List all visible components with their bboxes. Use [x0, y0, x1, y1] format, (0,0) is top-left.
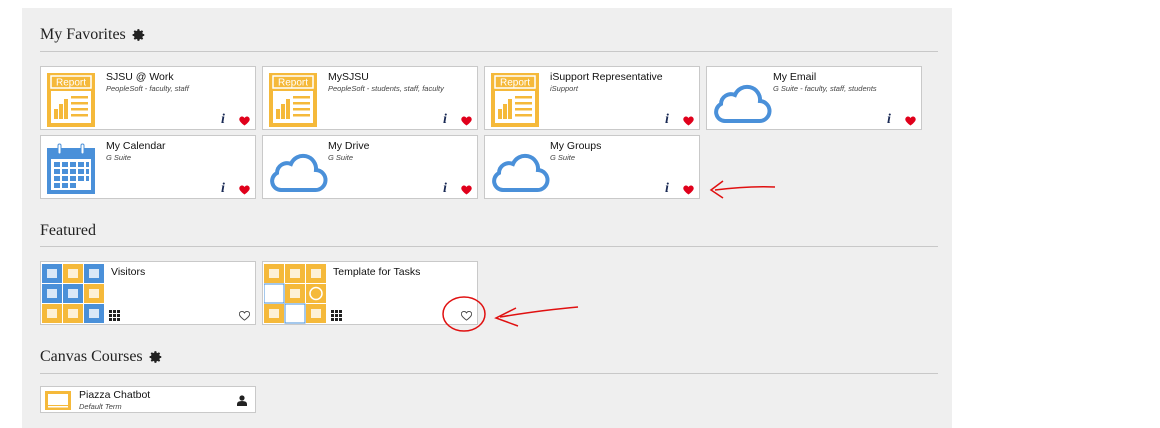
featured-divider — [40, 246, 938, 247]
person-icon[interactable] — [237, 395, 247, 406]
favorites-divider — [40, 51, 938, 52]
annotation-circle — [442, 296, 579, 332]
heart-filled-icon[interactable] — [461, 185, 472, 195]
info-icon[interactable]: i — [443, 112, 447, 128]
canvas-title: Canvas Courses — [40, 348, 143, 365]
report-icon: Report — [47, 73, 95, 127]
favorite-tile-my-drive[interactable]: My Drive G Suite i — [262, 135, 478, 199]
tile-title: MySJSU — [328, 71, 369, 83]
info-icon[interactable]: i — [221, 112, 225, 128]
grid-icon[interactable] — [109, 310, 120, 321]
grid-icon[interactable] — [331, 310, 342, 321]
favorite-tile-my-groups[interactable]: My Groups G Suite i — [484, 135, 700, 199]
annotation-arrow — [709, 180, 776, 199]
tile-subtitle: PeopleSoft - faculty, staff — [106, 84, 189, 93]
info-icon[interactable]: i — [665, 181, 669, 197]
collection-mosaic-icon — [42, 264, 104, 323]
course-title: Piazza Chatbot — [79, 389, 151, 401]
heart-filled-icon[interactable] — [239, 185, 250, 195]
gear-icon[interactable] — [132, 28, 146, 42]
course-tile-piazza-chatbot[interactable]: Piazza Chatbot Default Term — [40, 386, 256, 413]
cloud-icon — [270, 153, 328, 192]
report-icon: Report — [491, 73, 539, 127]
info-icon[interactable]: i — [887, 112, 891, 128]
svg-text:Report: Report — [56, 78, 86, 89]
tile-title: My Calendar — [106, 140, 166, 152]
report-icon: Report — [269, 73, 317, 127]
favorite-tile-mysjsu[interactable]: Report MySJSU PeopleSoft - students, sta… — [262, 66, 478, 130]
tile-subtitle: G Suite — [328, 153, 354, 162]
favorite-tile-sjsu-at-work[interactable]: Report SJSU @ Work PeopleSoft - faculty,… — [40, 66, 256, 130]
cloud-icon — [492, 153, 550, 192]
featured-tile-visitors[interactable]: Visitors — [40, 261, 256, 325]
info-icon[interactable]: i — [665, 112, 669, 128]
tile-title: My Drive — [328, 140, 370, 152]
svg-text:Report: Report — [500, 78, 530, 89]
tile-subtitle: iSupport — [550, 84, 578, 93]
featured-title: Featured — [40, 222, 96, 239]
heart-filled-icon[interactable] — [461, 116, 472, 126]
heart-filled-icon[interactable] — [683, 185, 694, 195]
favorite-tile-isupport-representative[interactable]: Report iSupport Representative iSupport … — [484, 66, 700, 130]
canvas-header: Canvas Courses — [40, 348, 163, 366]
tile-subtitle: G Suite - faculty, staff, students — [773, 84, 877, 93]
info-icon[interactable]: i — [221, 181, 225, 197]
heart-filled-icon[interactable] — [239, 116, 250, 126]
heart-outline-icon[interactable] — [239, 311, 250, 321]
collection-mosaic-icon — [264, 264, 326, 324]
favorite-tile-my-email[interactable]: My Email G Suite - faculty, staff, stude… — [706, 66, 922, 130]
info-icon[interactable]: i — [443, 181, 447, 197]
tile-title: iSupport Representative — [550, 71, 663, 83]
tile-title: My Groups — [550, 140, 602, 152]
tile-subtitle: G Suite — [106, 153, 132, 162]
heart-filled-icon[interactable] — [905, 116, 916, 126]
gear-icon[interactable] — [149, 350, 163, 364]
featured-header: Featured — [40, 222, 96, 240]
svg-text:Report: Report — [278, 78, 308, 89]
course-term: Default Term — [79, 402, 122, 411]
tile-subtitle: PeopleSoft - students, staff, faculty — [328, 84, 444, 93]
favorite-tile-my-calendar[interactable]: My Calendar G Suite i — [40, 135, 256, 199]
heart-filled-icon[interactable] — [683, 116, 694, 126]
tile-subtitle: G Suite — [550, 153, 576, 162]
canvas-divider — [40, 373, 938, 374]
tile-title: Visitors — [111, 266, 146, 278]
tile-title: My Email — [773, 71, 817, 83]
favorites-header: My Favorites — [40, 26, 146, 44]
calendar-icon — [47, 143, 95, 194]
favorites-title: My Favorites — [40, 26, 126, 43]
homepage-panel: My Favorites Report SJSU @ Work PeopleSo… — [22, 8, 952, 428]
tile-title: Template for Tasks — [333, 266, 421, 278]
cloud-icon — [714, 84, 772, 123]
tile-title: SJSU @ Work — [106, 71, 174, 83]
course-icon — [45, 391, 71, 410]
